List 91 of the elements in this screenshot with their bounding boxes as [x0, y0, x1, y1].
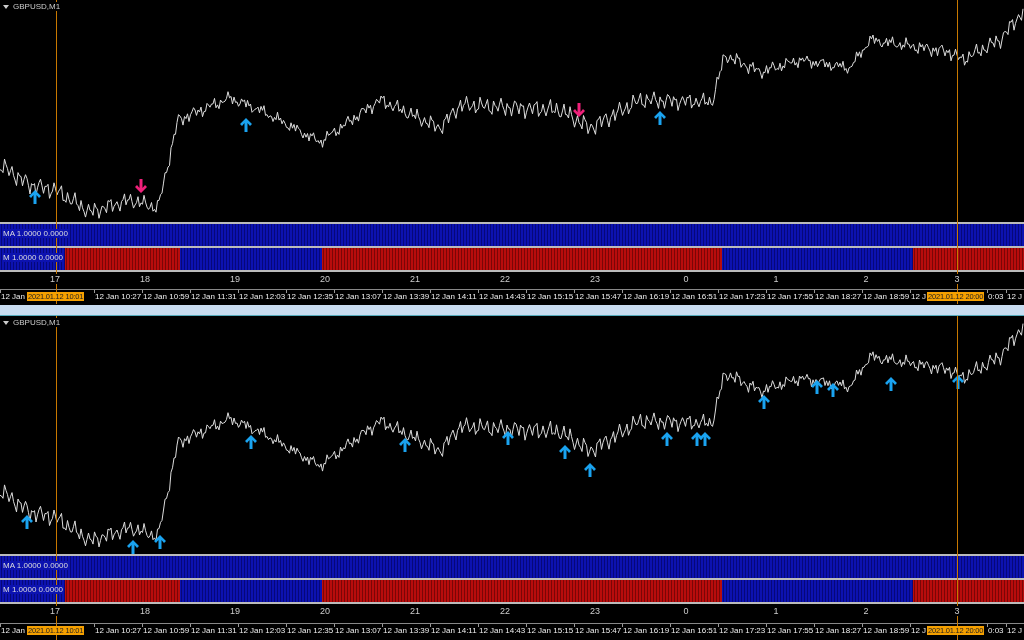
up-arrow-icon	[240, 118, 252, 132]
up-arrow-icon	[127, 540, 139, 554]
time-label: 12 J	[911, 292, 927, 301]
time-label: 12 Jan 12:03	[239, 626, 286, 635]
time-label: 12 Jan 16:51	[671, 626, 718, 635]
time-label: 12 Jan	[1, 626, 26, 635]
hour-label: 23	[589, 606, 601, 616]
up-arrow-icon	[154, 535, 166, 549]
hour-label: 3	[953, 606, 961, 616]
time-label: 12 Jan 18:59	[863, 292, 910, 301]
symbol-label: GBPUSD,M1	[13, 2, 61, 11]
time-label: 12 Jan 17:23	[719, 626, 766, 635]
time-label: 12 Jan 18:27	[815, 292, 862, 301]
time-label: 12 Jan 11:31	[191, 626, 237, 635]
time-label: 12 Jan 12:35	[287, 626, 334, 635]
time-label: 12 Jan 15:47	[575, 292, 622, 301]
up-arrow-icon	[29, 190, 41, 204]
hour-label: 3	[953, 274, 961, 284]
time-label: 12 Jan 13:39	[383, 626, 430, 635]
time-label: 12 Jan 16:19	[623, 292, 670, 301]
indicator-label: M 1.0000 0.0000	[2, 585, 65, 594]
time-label: 12 Jan 12:03	[239, 292, 286, 301]
time-label: 12 Jan 11:31	[191, 292, 237, 301]
time-label: 12 Jan	[1, 292, 26, 301]
up-arrow-icon	[827, 383, 839, 397]
time-label: 12 Jan 10:59	[143, 626, 190, 635]
time-label: 12 Jan 12:35	[287, 292, 334, 301]
up-arrow-icon	[699, 432, 711, 446]
up-arrow-icon	[584, 463, 596, 477]
hour-label: 20	[319, 606, 331, 616]
time-label: 12 Jan 14:43	[479, 292, 526, 301]
time-label: 12 Jan 18:59	[863, 626, 910, 635]
hour-label: 19	[229, 274, 241, 284]
hour-label: 0	[682, 606, 690, 616]
down-arrow-icon	[135, 179, 147, 193]
time-label: 12 Jan 10:27	[95, 292, 142, 301]
hour-label: 22	[499, 274, 511, 284]
time-label: 12 Jan 13:07	[335, 292, 382, 301]
indicator-label: MA 1.0000 0.0000	[2, 561, 69, 570]
up-arrow-icon	[811, 380, 823, 394]
time-label: 12 Jan 17:23	[719, 292, 766, 301]
time-label: 12 Jan 15:15	[527, 626, 574, 635]
up-arrow-icon	[661, 432, 673, 446]
time-label: 12 Jan 18:27	[815, 626, 862, 635]
time-label: 12 Jan 10:27	[95, 626, 142, 635]
time-label: 12 J	[1007, 292, 1023, 301]
time-label: 12 Jan 15:47	[575, 626, 622, 635]
hour-label: 21	[409, 274, 421, 284]
hour-label: 19	[229, 606, 241, 616]
time-label: 12 Jan 14:11	[431, 626, 477, 635]
time-label: 12 J	[1007, 626, 1023, 635]
up-arrow-icon	[21, 515, 33, 529]
hour-label: 18	[139, 274, 151, 284]
time-label: 12 Jan 15:15	[527, 292, 574, 301]
dropdown-icon[interactable]	[3, 320, 9, 325]
hour-label: 1	[772, 606, 780, 616]
hour-label: 18	[139, 606, 151, 616]
up-arrow-icon	[654, 111, 666, 125]
up-arrow-icon	[758, 395, 770, 409]
time-label: 12 Jan 17:55	[767, 292, 814, 301]
hour-label: 23	[589, 274, 601, 284]
up-arrow-icon	[399, 438, 411, 452]
time-label: 12 Jan 13:39	[383, 292, 430, 301]
hour-label: 17	[49, 606, 61, 616]
down-arrow-icon	[573, 103, 585, 117]
time-label: 12 Jan 17:55	[767, 626, 814, 635]
hour-label: 17	[49, 274, 61, 284]
time-label: 12 J	[911, 626, 927, 635]
time-label: 12 Jan 16:19	[623, 626, 670, 635]
up-arrow-icon	[559, 445, 571, 459]
symbol-label: GBPUSD,M1	[13, 318, 61, 327]
hour-label: 2	[862, 606, 870, 616]
up-arrow-icon	[502, 431, 514, 445]
hour-label: 2	[862, 274, 870, 284]
time-label: 12 Jan 16:51	[671, 292, 718, 301]
hour-label: 22	[499, 606, 511, 616]
hour-label: 20	[319, 274, 331, 284]
hour-label: 1	[772, 274, 780, 284]
hour-label: 0	[682, 274, 690, 284]
time-label: 0:03	[988, 292, 1004, 301]
up-arrow-icon	[245, 435, 257, 449]
time-label: 12 Jan 14:43	[479, 626, 526, 635]
time-label: 12 Jan 14:11	[431, 292, 477, 301]
time-label: 0:03	[988, 626, 1004, 635]
indicator-label: MA 1.0000 0.0000	[2, 229, 69, 238]
time-label: 12 Jan 13:07	[335, 626, 382, 635]
up-arrow-icon	[885, 377, 897, 391]
hour-label: 21	[409, 606, 421, 616]
time-label: 12 Jan 10:59	[143, 292, 190, 301]
indicator-label: M 1.0000 0.0000	[2, 253, 65, 262]
dropdown-icon[interactable]	[3, 4, 9, 9]
